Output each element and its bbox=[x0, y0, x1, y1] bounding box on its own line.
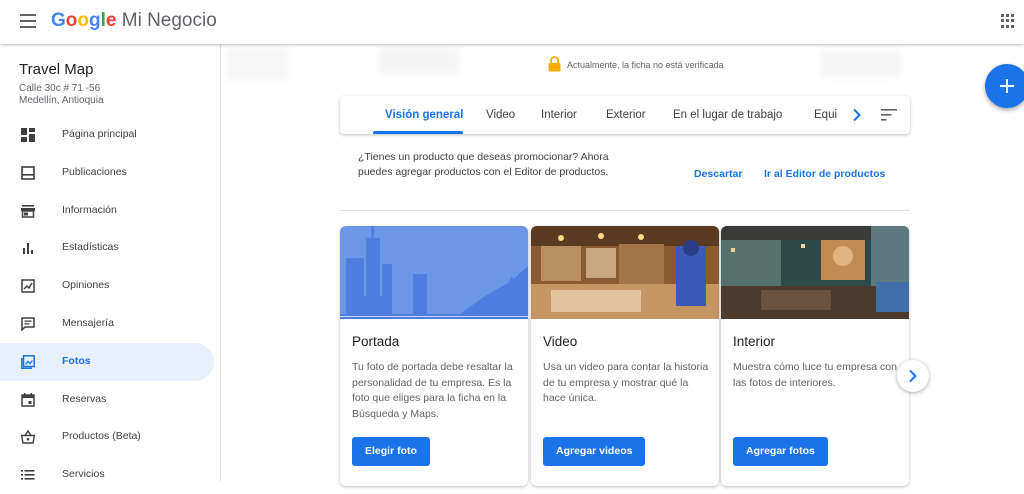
card-title: Portada bbox=[352, 334, 400, 349]
add-fab-button[interactable] bbox=[985, 64, 1024, 108]
calendar-icon bbox=[21, 392, 35, 407]
sidebar-item-reservas[interactable]: Reservas bbox=[0, 381, 214, 419]
add-videos-button[interactable]: Agregar videos bbox=[543, 437, 646, 466]
card-description: Usa un video para contar la historia de … bbox=[543, 361, 709, 404]
tab-equipo[interactable]: Equi bbox=[814, 109, 837, 121]
storefront-icon bbox=[21, 204, 35, 218]
tab-video[interactable]: Video bbox=[486, 109, 515, 121]
plus-icon bbox=[1000, 79, 1014, 93]
sidebar-item-fotos[interactable]: Fotos bbox=[0, 342, 214, 381]
verification-status: Actualmente, la ficha no está verificada bbox=[567, 60, 724, 70]
card-interior: Interior Muestra cómo luce tu empresa co… bbox=[721, 226, 909, 486]
card-video: Video Usa un video para contar la histor… bbox=[531, 226, 719, 486]
apps-grid-icon[interactable] bbox=[1001, 14, 1015, 28]
sidebar-item-pagina-principal[interactable]: Página principal bbox=[0, 116, 214, 154]
add-photos-button[interactable]: Agregar fotos bbox=[733, 437, 828, 466]
cafe-photo bbox=[531, 226, 719, 319]
tab-exterior[interactable]: Exterior bbox=[606, 109, 646, 121]
bar-chart-icon bbox=[23, 243, 33, 255]
sidebar-item-opiniones[interactable]: Opiniones bbox=[0, 267, 214, 305]
sidebar-item-label: Servicios bbox=[62, 468, 105, 481]
sidebar-item-productos[interactable]: Productos (Beta) bbox=[0, 418, 214, 456]
blurred-background-middle bbox=[379, 48, 459, 74]
sidebar: Travel Map Calle 30c # 71 -56 Medellín, … bbox=[0, 44, 221, 481]
top-app-bar: Google Mi Negocio bbox=[0, 0, 1024, 44]
sidebar-item-label: Información bbox=[62, 203, 117, 216]
sidebar-nav: Página principal Publicaciones Informaci… bbox=[0, 116, 221, 494]
card-description: Tu foto de portada debe resaltar la pers… bbox=[352, 361, 513, 420]
product-promo-text: ¿Tienes un producto que deseas promocion… bbox=[358, 151, 609, 178]
card-title: Video bbox=[543, 334, 578, 349]
sidebar-item-informacion[interactable]: Información bbox=[0, 192, 214, 230]
sidebar-item-label: Página principal bbox=[62, 128, 137, 140]
sort-icon[interactable] bbox=[881, 109, 897, 121]
active-tab-indicator bbox=[373, 131, 463, 134]
sidebar-item-label: Fotos bbox=[62, 354, 91, 367]
app-logo[interactable]: Google Mi Negocio bbox=[51, 10, 217, 32]
card-title: Interior bbox=[733, 334, 776, 349]
tab-interior[interactable]: Interior bbox=[541, 109, 577, 121]
product-name: Mi Negocio bbox=[121, 10, 217, 31]
basket-icon bbox=[21, 430, 35, 445]
photo-icon bbox=[21, 354, 35, 369]
sidebar-item-label: Opiniones bbox=[62, 279, 110, 292]
reviews-icon bbox=[21, 279, 35, 293]
sidebar-item-label: Estadísticas bbox=[62, 241, 119, 254]
sidebar-item-publicaciones[interactable]: Publicaciones bbox=[0, 154, 214, 192]
blurred-background-left bbox=[227, 48, 287, 80]
tab-vision-general[interactable]: Visión general bbox=[385, 109, 463, 121]
card-description: Muestra cómo luce tu empresa con las fot… bbox=[733, 361, 897, 389]
sidebar-item-label: Reservas bbox=[62, 392, 107, 405]
message-icon bbox=[21, 317, 35, 331]
interior-example-photo bbox=[721, 226, 909, 319]
sidebar-item-servicios[interactable]: Servicios bbox=[0, 456, 214, 494]
business-address-line1: Calle 30c # 71 -56 bbox=[19, 83, 101, 94]
google-wordmark: Google bbox=[51, 10, 117, 31]
carousel-next-button[interactable] bbox=[897, 360, 929, 392]
main-content: Actualmente, la ficha no está verificada… bbox=[221, 44, 1024, 486]
choose-photo-button[interactable]: Elegir foto bbox=[352, 437, 430, 466]
blurred-background-right bbox=[821, 50, 901, 78]
business-name: Travel Map bbox=[19, 61, 94, 78]
sidebar-item-label: Publicaciones bbox=[62, 165, 127, 178]
card-portada: Portada Tu foto de portada debe resaltar… bbox=[340, 226, 528, 486]
sidebar-item-label: Mensajería bbox=[62, 316, 114, 329]
dismiss-button[interactable]: Descartar bbox=[694, 168, 742, 180]
video-example-photo bbox=[531, 226, 719, 319]
business-address-line2: Medellín, Antioquia bbox=[19, 95, 104, 106]
lock-icon bbox=[548, 56, 561, 72]
restaurant-interior-photo bbox=[721, 226, 909, 319]
product-editor-link[interactable]: Ir al Editor de productos bbox=[764, 168, 885, 180]
chevron-right-icon[interactable] bbox=[850, 108, 864, 122]
sidebar-item-label: Productos (Beta) bbox=[62, 430, 141, 443]
sidebar-item-mensajeria[interactable]: Mensajería bbox=[0, 305, 214, 343]
posts-icon bbox=[21, 165, 35, 180]
cover-illustration bbox=[340, 226, 528, 319]
dashboard-icon bbox=[21, 128, 35, 142]
photo-category-tabs: Visión general Video Interior Exterior E… bbox=[340, 96, 910, 134]
divider bbox=[340, 210, 910, 211]
sidebar-item-estadisticas[interactable]: Estadísticas bbox=[0, 229, 214, 267]
city-skyline-illustration bbox=[340, 226, 528, 319]
chevron-right-icon bbox=[909, 369, 917, 383]
list-icon bbox=[21, 470, 35, 480]
tab-en-el-lugar-de-trabajo[interactable]: En el lugar de trabajo bbox=[673, 109, 782, 121]
hamburger-menu-icon[interactable] bbox=[20, 14, 36, 28]
